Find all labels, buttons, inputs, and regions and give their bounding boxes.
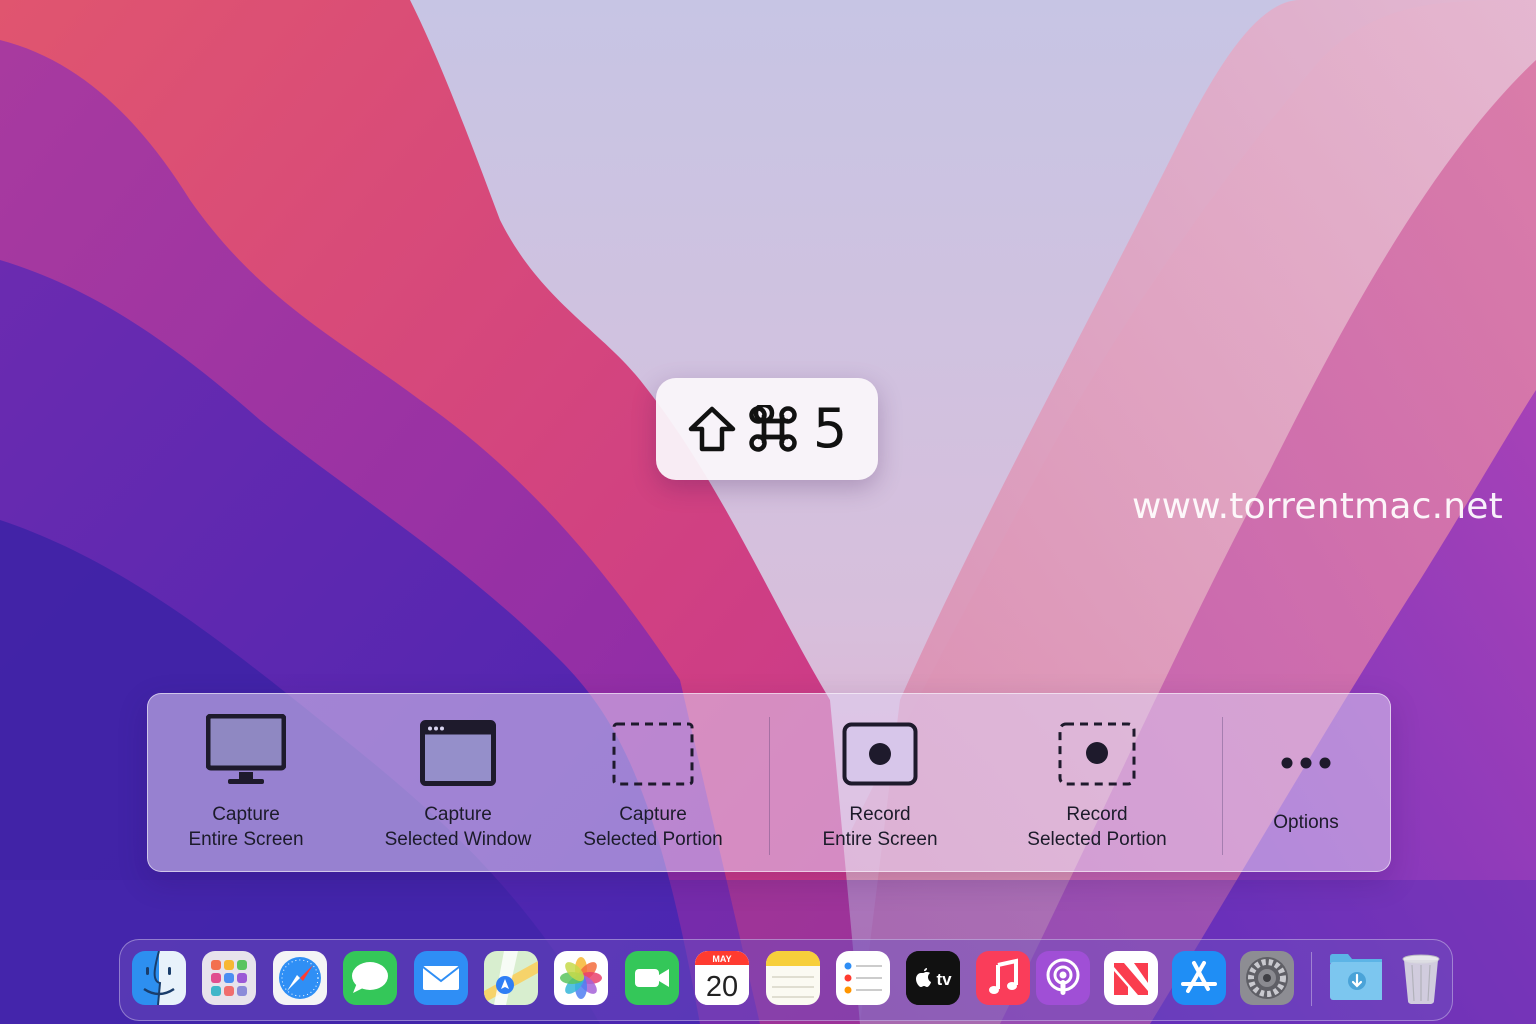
news-icon[interactable]: [1104, 951, 1158, 1005]
launchpad-icon[interactable]: [202, 951, 256, 1005]
toolbar-divider: [769, 717, 770, 855]
toolbar-divider: [1222, 717, 1223, 855]
tool-label-line2: Selected Portion: [583, 829, 723, 850]
apple-tv-icon[interactable]: tv: [906, 951, 960, 1005]
calendar-day: 20: [706, 971, 738, 1003]
music-icon[interactable]: [976, 951, 1030, 1005]
capture-selected-window-button[interactable]: Capture Selected Window: [373, 694, 543, 871]
command-key-icon: [747, 405, 799, 453]
podcasts-icon[interactable]: [1036, 951, 1090, 1005]
shift-key-icon: [687, 405, 737, 453]
trash-icon[interactable]: [1398, 951, 1452, 1005]
options-label: Options: [1273, 812, 1339, 833]
calendar-month: MAY: [712, 954, 731, 964]
facetime-icon[interactable]: [625, 951, 679, 1005]
record-screen-icon: [842, 694, 918, 786]
record-entire-screen-button[interactable]: Record Entire Screen: [810, 694, 950, 871]
record-portion-icon: [1058, 694, 1136, 786]
options-button[interactable]: Options: [1246, 694, 1366, 871]
tool-label-line1: Record: [849, 804, 911, 825]
messages-icon[interactable]: [343, 951, 397, 1005]
calendar-icon[interactable]: MAY 20: [695, 951, 749, 1005]
tool-label-line1: Capture: [212, 804, 280, 825]
screenshot-toolbar: Capture Entire Screen Capture Selected W…: [147, 693, 1391, 872]
maps-icon[interactable]: [484, 951, 538, 1005]
tool-label-line1: Record: [1066, 804, 1128, 825]
apple-tv-label: tv: [936, 970, 952, 989]
record-selected-portion-button[interactable]: Record Selected Portion: [1017, 694, 1177, 871]
downloads-folder-icon[interactable]: [1328, 951, 1382, 1005]
app-store-icon[interactable]: [1172, 951, 1226, 1005]
watermark-text: www.torrentmac.net: [1132, 486, 1503, 527]
dock: MAY 20 tv: [119, 939, 1453, 1021]
safari-icon[interactable]: [273, 951, 327, 1005]
keyboard-shortcut-overlay: 5: [656, 378, 878, 480]
tool-label-line1: Capture: [619, 804, 687, 825]
tool-label-line2: Selected Window: [384, 829, 532, 850]
ellipsis-icon: [1280, 694, 1332, 770]
tool-label-line2: Selected Portion: [1027, 829, 1167, 850]
capture-entire-screen-button[interactable]: Capture Entire Screen: [181, 694, 311, 871]
reminders-icon[interactable]: [836, 951, 890, 1005]
tool-label-line1: Capture: [424, 804, 492, 825]
shortcut-digit: 5: [812, 397, 848, 460]
system-preferences-icon[interactable]: [1240, 951, 1294, 1005]
tool-label-line2: Entire Screen: [822, 829, 938, 850]
window-icon: [420, 694, 496, 786]
finder-icon[interactable]: [132, 951, 186, 1005]
monitor-icon: [206, 694, 286, 786]
capture-selected-portion-button[interactable]: Capture Selected Portion: [573, 694, 733, 871]
photos-icon[interactable]: [554, 951, 608, 1005]
tool-label-line2: Entire Screen: [188, 829, 304, 850]
notes-icon[interactable]: [766, 951, 820, 1005]
dashed-selection-icon: [612, 694, 694, 786]
dock-separator: [1311, 952, 1312, 1006]
mail-icon[interactable]: [414, 951, 468, 1005]
